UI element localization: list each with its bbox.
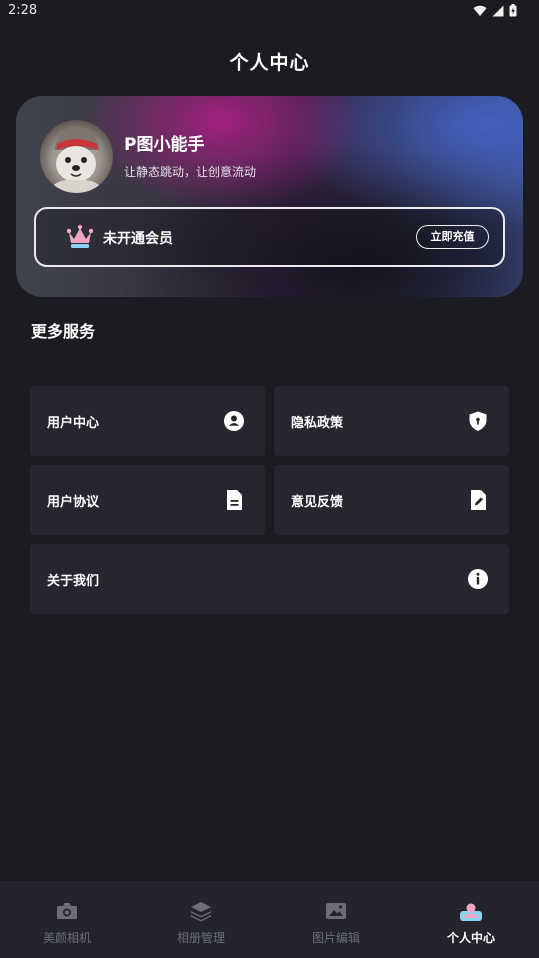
service-privacy-policy[interactable]: 隐私政策	[274, 386, 509, 456]
avatar-image	[48, 126, 106, 193]
wifi-icon	[473, 5, 487, 16]
nav-item-profile[interactable]: 个人中心	[404, 881, 538, 958]
document-icon	[227, 490, 242, 510]
layers-icon	[191, 902, 211, 922]
camera-icon	[57, 903, 77, 919]
battery-icon	[509, 4, 517, 17]
crown-icon	[66, 224, 94, 248]
service-feedback[interactable]: 意见反馈	[274, 465, 509, 535]
status-bar: 2:28	[0, 0, 539, 24]
nav-item-album[interactable]: 相册管理	[134, 881, 268, 958]
nav-item-image-edit[interactable]: 图片编辑	[269, 881, 403, 958]
user-slogan: 让静态跳动，让创意流动	[124, 165, 257, 179]
status-icons	[473, 4, 517, 17]
service-label: 隐私政策	[291, 416, 344, 431]
bottom-nav: 美颜相机 相册管理 图片编辑 个人中心	[0, 881, 539, 958]
image-icon	[326, 903, 346, 919]
service-label: 关于我们	[47, 574, 100, 589]
service-user-agreement[interactable]: 用户协议	[30, 465, 265, 535]
profile-card: P图小能手 让静态跳动，让创意流动 未开通会员 立即充值	[16, 96, 523, 297]
profile-icon	[460, 903, 482, 921]
recharge-button[interactable]: 立即充值	[416, 225, 489, 249]
vip-status-text: 未开通会员	[103, 231, 173, 247]
nav-label: 相册管理	[176, 931, 225, 945]
service-label: 用户协议	[47, 495, 100, 510]
vip-bar[interactable]: 未开通会员 立即充值	[34, 207, 505, 267]
nav-label: 美颜相机	[42, 931, 91, 945]
section-title: 更多服务	[31, 322, 96, 341]
service-user-center[interactable]: 用户中心	[30, 386, 265, 456]
info-icon	[468, 569, 488, 589]
avatar[interactable]	[40, 120, 113, 193]
page-title: 个人中心	[229, 52, 310, 74]
service-label: 用户中心	[47, 416, 100, 431]
nav-item-camera[interactable]: 美颜相机	[0, 881, 134, 958]
user-circle-icon	[224, 411, 244, 431]
profile-screen: 2:28 个人中心 P图小能手 让静态跳动，让创意流动 未开通会员 立即充值 更…	[0, 0, 539, 958]
nav-label: 个人中心	[446, 931, 495, 945]
shield-icon	[469, 411, 487, 431]
signal-icon	[492, 5, 504, 16]
user-name: P图小能手	[124, 135, 205, 155]
status-time: 2:28	[8, 3, 38, 18]
nav-label: 图片编辑	[311, 931, 360, 945]
service-label: 意见反馈	[291, 495, 344, 510]
service-about-us[interactable]: 关于我们	[30, 544, 509, 614]
edit-icon	[471, 490, 486, 510]
